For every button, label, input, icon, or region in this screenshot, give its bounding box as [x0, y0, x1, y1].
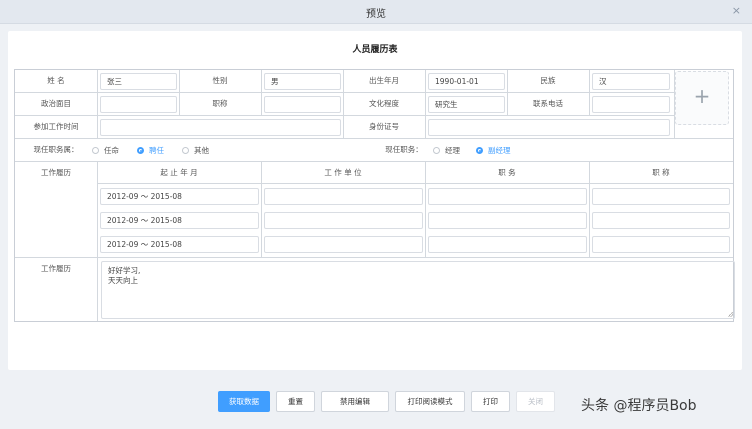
politics-field[interactable] — [100, 96, 177, 113]
birth-field[interactable]: 1990-01-01 — [428, 73, 505, 90]
watermark: 头条 @程序员Bob — [581, 398, 697, 414]
history-position-field[interactable] — [428, 212, 587, 229]
history-period-field[interactable]: 2012-09 ～ 2015-08 — [100, 212, 259, 229]
reset-button[interactable]: 重置 — [276, 391, 315, 412]
print-read-mode-button[interactable]: 打印阅读模式 — [395, 391, 465, 412]
gender-field[interactable]: 男 — [264, 73, 341, 90]
workstart-label: 参加工作时间 — [33, 122, 79, 131]
radio-job-category-hire[interactable]: 聘任 — [137, 145, 164, 156]
name-field[interactable]: 张三 — [100, 73, 177, 90]
history-period-field[interactable]: 2012-09 ～ 2015-08 — [100, 188, 259, 205]
col-position: 职 务 — [498, 168, 516, 177]
history-title-field[interactable] — [592, 212, 730, 229]
close-button: 关闭 — [516, 391, 555, 412]
plus-icon: + — [693, 84, 711, 108]
button-bar: 获取数据 重置 禁用编辑 打印阅读模式 打印 关闭 — [218, 391, 555, 412]
radio-icon — [433, 147, 440, 154]
dialog-title: 预览 — [366, 9, 386, 20]
birth-label: 出生年月 — [369, 76, 399, 85]
idcard-field[interactable] — [428, 119, 670, 136]
photo-upload[interactable]: + — [675, 71, 729, 125]
education-label: 文化程度 — [369, 99, 399, 108]
resume-table: 姓 名 张三 性别 男 出生年月 1990-01-01 民族 汉 政治面目 职称… — [14, 69, 735, 322]
radio-current-job-manager[interactable]: 经理 — [433, 145, 460, 156]
history-title-field[interactable] — [592, 236, 730, 253]
job-category-label: 现任职务属： — [33, 145, 79, 154]
history-title-field[interactable] — [592, 188, 730, 205]
education-field[interactable]: 研究生 — [428, 96, 505, 113]
experience-label: 工作履历 — [41, 264, 71, 273]
idcard-label: 身份证号 — [369, 122, 399, 131]
radio-checked-icon — [476, 147, 483, 154]
close-icon[interactable]: × — [732, 4, 741, 17]
history-position-field[interactable] — [428, 188, 587, 205]
print-button[interactable]: 打印 — [471, 391, 510, 412]
history-unit-field[interactable] — [264, 188, 423, 205]
radio-job-category-other[interactable]: 其他 — [182, 145, 209, 156]
politics-label: 政治面目 — [41, 99, 71, 108]
history-label: 工作履历 — [41, 168, 71, 177]
form-title: 人员履历表 — [352, 45, 398, 55]
name-label: 姓 名 — [47, 76, 65, 85]
history-unit-field[interactable] — [264, 212, 423, 229]
current-job-label: 现任职务： — [385, 145, 423, 154]
history-period-field[interactable]: 2012-09 ～ 2015-08 — [100, 236, 259, 253]
title-label: 职称 — [212, 99, 228, 108]
experience-textarea[interactable]: 好好学习, 天天向上 — [101, 261, 735, 319]
history-unit-field[interactable] — [264, 236, 423, 253]
phone-label: 联系电话 — [533, 99, 563, 108]
disable-edit-button[interactable]: 禁用编辑 — [321, 391, 389, 412]
col-title: 职 称 — [652, 168, 670, 177]
col-unit: 工 作 单 位 — [324, 168, 362, 177]
dialog-titlebar: 预览 × — [0, 0, 752, 24]
nation-label: 民族 — [540, 76, 556, 85]
radio-icon — [182, 147, 189, 154]
radio-current-job-deputy[interactable]: 副经理 — [476, 145, 511, 156]
radio-job-category-appoint[interactable]: 任命 — [92, 145, 119, 156]
title-field[interactable] — [264, 96, 341, 113]
radio-icon — [92, 147, 99, 154]
col-period: 起 止 年 月 — [160, 168, 198, 177]
experience-line: 好好学习, — [108, 266, 141, 275]
get-data-button[interactable]: 获取数据 — [218, 391, 270, 412]
gender-label: 性别 — [212, 76, 228, 85]
resize-handle-icon[interactable] — [728, 312, 733, 317]
radio-checked-icon — [137, 147, 144, 154]
form-card: 人员履历表 姓 名 张三 性别 男 出生年月 1990-01-01 民族 汉 政… — [8, 31, 742, 370]
phone-field[interactable] — [592, 96, 670, 113]
experience-line: 天天向上 — [108, 276, 138, 285]
nation-field[interactable]: 汉 — [592, 73, 670, 90]
workstart-field[interactable] — [100, 119, 341, 136]
history-position-field[interactable] — [428, 236, 587, 253]
